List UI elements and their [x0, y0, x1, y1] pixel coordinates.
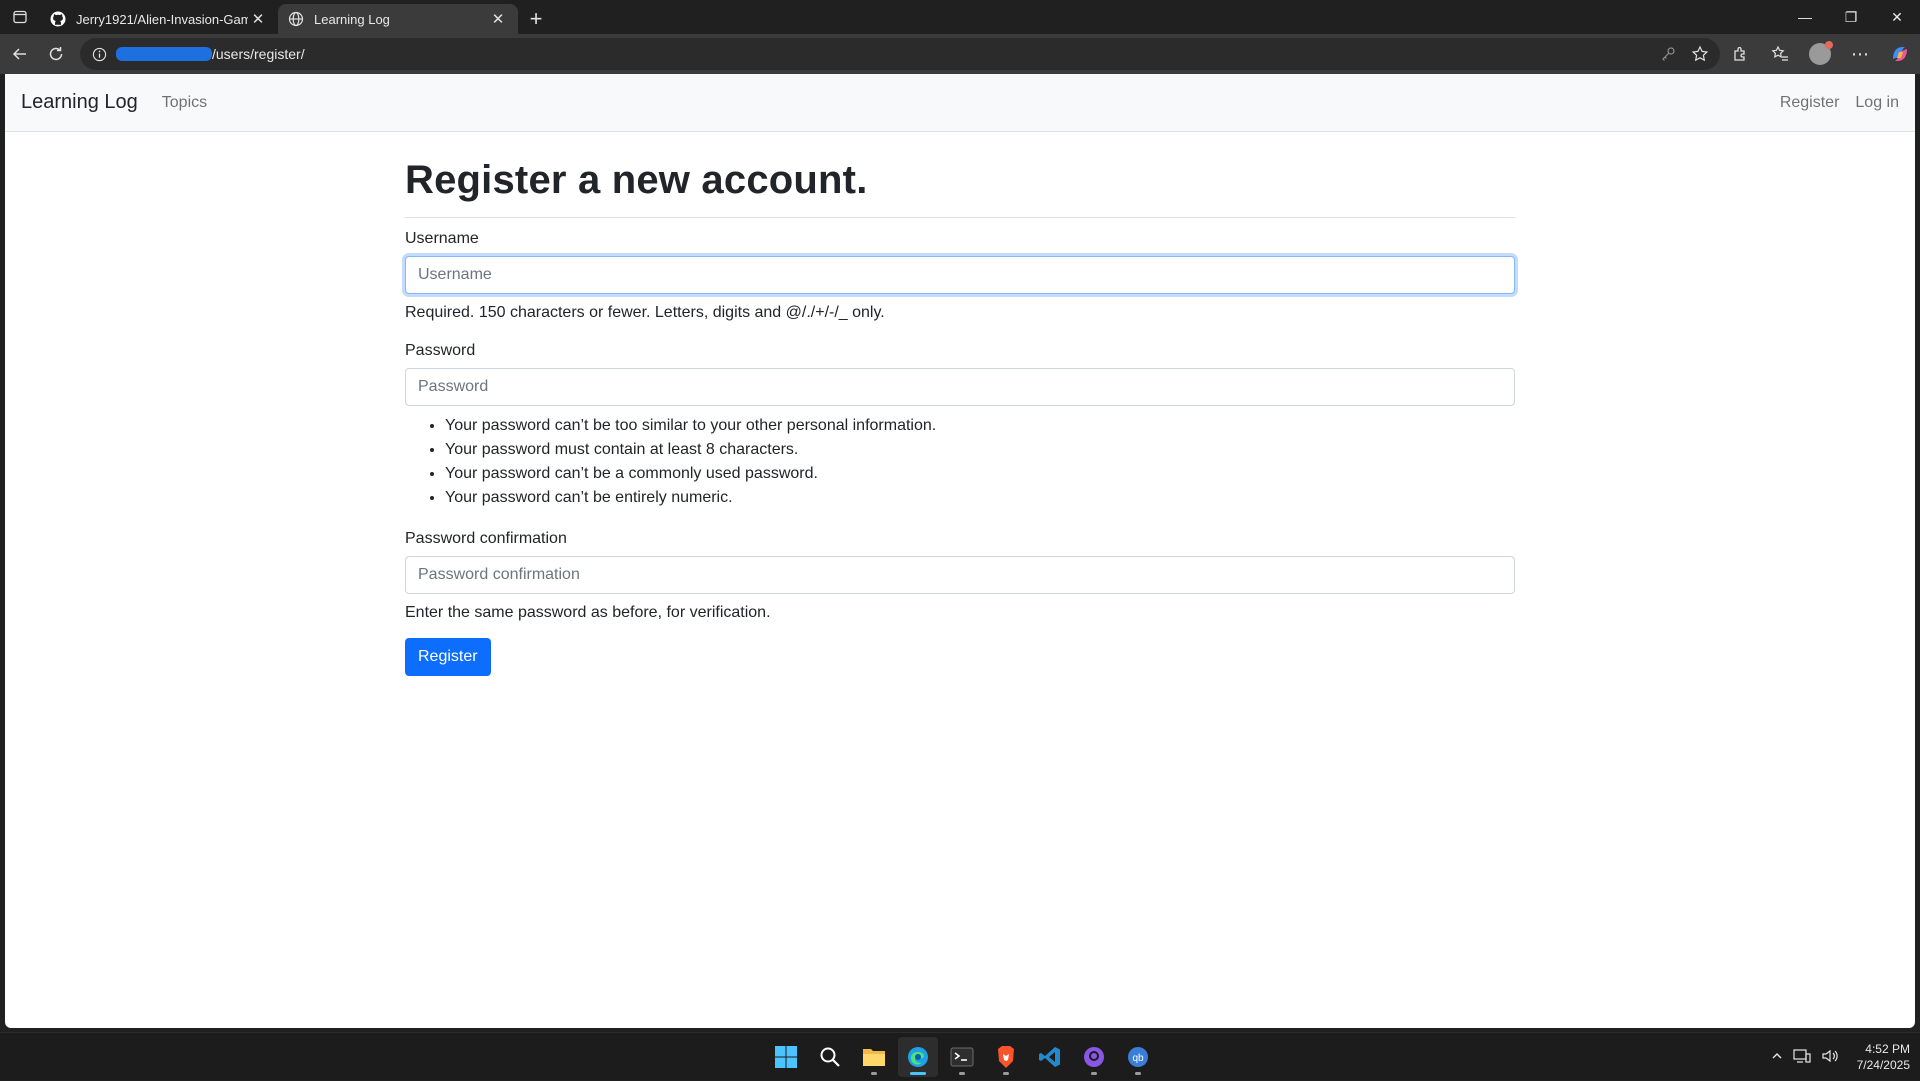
nav-register-link[interactable]: Register: [1780, 94, 1840, 112]
favorite-star-icon[interactable]: [1686, 40, 1714, 68]
password-confirmation-input[interactable]: [405, 556, 1515, 594]
tab-learning-log[interactable]: Learning Log ✕: [278, 4, 518, 34]
running-indicator: [1135, 1072, 1141, 1075]
more-menu-icon[interactable]: ⋯: [1840, 38, 1880, 70]
tab-title: Learning Log: [314, 11, 390, 27]
tab-title: Jerry1921/Alien-Invasion-Game: /: [76, 11, 248, 27]
tab-actions-icon[interactable]: [0, 0, 40, 34]
copilot-icon[interactable]: [1880, 38, 1920, 70]
address-bar[interactable]: /users/register/: [80, 38, 1720, 70]
clock[interactable]: 4:52 PM 7/24/2025: [1857, 1041, 1910, 1073]
redacted-host: [116, 47, 212, 61]
back-icon[interactable]: [2, 38, 38, 70]
running-indicator: [1003, 1072, 1009, 1075]
windows-start-icon[interactable]: [766, 1037, 806, 1077]
password-help-item: Your password can’t be too similar to yo…: [445, 414, 1515, 438]
refresh-icon[interactable]: [38, 38, 74, 70]
username-input[interactable]: [405, 256, 1515, 294]
key-icon[interactable]: [1654, 40, 1682, 68]
network-icon[interactable]: [1793, 1048, 1811, 1067]
password-input[interactable]: [405, 368, 1515, 406]
extensions-icon[interactable]: [1720, 38, 1760, 70]
close-tab-icon[interactable]: ✕: [488, 9, 508, 29]
vscode-icon[interactable]: [1030, 1037, 1070, 1077]
password-help-item: Your password can’t be entirely numeric.: [445, 486, 1515, 510]
close-tab-icon[interactable]: ✕: [248, 9, 268, 29]
browser-tab-bar: Jerry1921/Alien-Invasion-Game: / ✕ Learn…: [0, 0, 1920, 34]
edge-icon[interactable]: [898, 1037, 938, 1077]
password-confirmation-help: Enter the same password as before, for v…: [405, 604, 771, 621]
clock-date: 7/24/2025: [1856, 1058, 1910, 1072]
page-title: Register a new account.: [405, 158, 1515, 218]
qbittorrent-icon[interactable]: qb: [1118, 1037, 1158, 1077]
taskbar-apps: qb: [766, 1037, 1158, 1077]
nav-login-link[interactable]: Log in: [1855, 94, 1899, 112]
main-container: Register a new account. Username Require…: [405, 132, 1515, 676]
volume-icon[interactable]: [1821, 1048, 1839, 1067]
nav-right: Register Log in: [1780, 94, 1899, 112]
password-confirmation-label: Password confirmation: [405, 530, 567, 547]
tab-github[interactable]: Jerry1921/Alien-Invasion-Game: / ✕: [40, 4, 278, 34]
running-indicator: [910, 1072, 926, 1075]
svg-text:qb: qb: [1132, 1053, 1144, 1064]
browser-toolbar: /users/register/ ⋯: [0, 34, 1920, 74]
password-label: Password: [405, 342, 476, 359]
github-desktop-icon[interactable]: [1074, 1037, 1114, 1077]
password-confirmation-field-group: Password confirmation Enter the same pas…: [405, 530, 1515, 622]
username-label: Username: [405, 230, 479, 247]
register-button[interactable]: Register: [405, 638, 491, 676]
terminal-icon[interactable]: [942, 1037, 982, 1077]
github-icon: [50, 11, 66, 27]
system-tray: 4:52 PM 7/24/2025: [1771, 1033, 1910, 1081]
search-icon[interactable]: [810, 1037, 850, 1077]
nav-topics-link[interactable]: Topics: [162, 94, 207, 112]
favorites-icon[interactable]: [1760, 38, 1800, 70]
clock-time: 4:52 PM: [1865, 1042, 1910, 1056]
close-window-icon[interactable]: ✕: [1874, 0, 1920, 34]
password-help-item: Your password can’t be a commonly used p…: [445, 462, 1515, 486]
brave-icon[interactable]: [986, 1037, 1026, 1077]
file-explorer-icon[interactable]: [854, 1037, 894, 1077]
new-tab-icon[interactable]: +: [518, 4, 554, 34]
profile-icon[interactable]: [1800, 38, 1840, 70]
running-indicator: [959, 1072, 965, 1075]
windows-taskbar: qb 4:52 PM 7/24/2025: [0, 1032, 1920, 1080]
globe-icon: [288, 11, 304, 27]
running-indicator: [1091, 1072, 1097, 1075]
restore-icon[interactable]: ❐: [1828, 0, 1874, 34]
navbar-brand[interactable]: Learning Log: [21, 91, 138, 114]
username-field-group: Username Required. 150 characters or few…: [405, 230, 1515, 322]
site-info-icon[interactable]: [90, 45, 108, 63]
chevron-up-icon[interactable]: [1771, 1050, 1783, 1065]
avatar: [1809, 41, 1833, 65]
register-form: Username Required. 150 characters or few…: [405, 230, 1515, 676]
minimize-icon[interactable]: —: [1782, 0, 1828, 34]
window-controls: — ❐ ✕: [1782, 0, 1920, 34]
password-help-list: Your password can’t be too similar to yo…: [445, 414, 1515, 510]
password-help-item: Your password must contain at least 8 ch…: [445, 438, 1515, 462]
toolbar-right: ⋯: [1720, 38, 1920, 70]
running-indicator: [871, 1072, 877, 1075]
username-help: Required. 150 characters or fewer. Lette…: [405, 304, 885, 321]
page-viewport: Learning Log Topics Register Log in Regi…: [5, 74, 1915, 1028]
site-navbar: Learning Log Topics Register Log in: [5, 74, 1915, 132]
address-url: /users/register/: [212, 46, 305, 62]
password-field-group: Password Your password can’t be too simi…: [405, 342, 1515, 510]
